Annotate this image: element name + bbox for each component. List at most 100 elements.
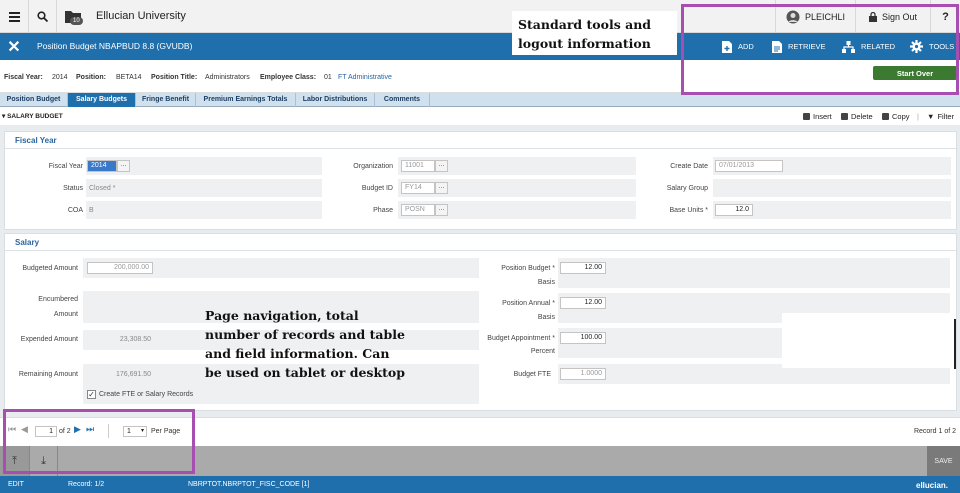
phase-lookup-button[interactable]: ...	[435, 204, 448, 216]
menu-icon[interactable]	[0, 0, 29, 33]
insert-button[interactable]: Insert	[803, 112, 832, 121]
fiscal-year-lookup-button[interactable]: ...	[117, 160, 130, 172]
fiscal-year-field[interactable]: 2014	[87, 160, 117, 172]
fiscal-year-label: Fiscal Year	[48, 163, 83, 170]
position-annual-label: Position Annual *	[502, 300, 555, 307]
salary-panel-title: Salary	[15, 238, 40, 247]
section-title-text: SALARY BUDGET	[7, 113, 63, 120]
search-icon[interactable]	[29, 0, 57, 33]
filter-label: Filter	[937, 112, 955, 121]
encumbered-label: Encumbered	[38, 296, 78, 303]
copy-label: Copy	[892, 112, 910, 121]
position-title-key-value: Administrators	[205, 74, 250, 81]
section-header: ▾ SALARY BUDGET Insert Delete Copy | ▼ Fi…	[0, 108, 960, 125]
tab-premium-earnings-totals[interactable]: Premium Earnings Totals	[196, 93, 296, 107]
position-title-key-label: Position Title:	[151, 74, 198, 81]
coa-label: COA	[67, 207, 83, 214]
organization-lookup-button[interactable]: ...	[435, 160, 448, 172]
tab-position-budget[interactable]: Position Budget	[0, 93, 68, 107]
filter-icon: ▼	[927, 112, 935, 121]
fiscal-year-key-label: Fiscal Year:	[4, 74, 43, 81]
budget-appointment-field[interactable]: 100.00	[560, 332, 606, 344]
coa-value: B	[89, 207, 94, 214]
nav-annotation-line-4: be used on tablet or desktop	[205, 365, 405, 380]
status-value: Closed *	[89, 185, 116, 192]
copy-icon	[882, 113, 889, 120]
tab-bar: Position Budget Salary Budgets Fringe Be…	[0, 93, 960, 107]
save-button[interactable]: SAVE	[927, 446, 960, 476]
recent-count-badge: 10	[70, 17, 83, 25]
status-bar: EDIT Record: 1/2 NBRPTOT.NBRPTOT_FISC_CO…	[0, 476, 960, 493]
position-budget-basis-label: Basis	[537, 279, 555, 286]
budget-appointment-label-2: Percent	[530, 348, 555, 355]
position-annual-field[interactable]: 12.00	[560, 297, 606, 309]
copy-button[interactable]: Copy	[882, 112, 910, 121]
tools-annotation: Standard tools and logout information	[512, 11, 677, 55]
position-annual-basis-label: Basis	[537, 314, 555, 321]
filter-button[interactable]: ▼ Filter	[927, 112, 954, 121]
budget-fte-label: Budget FTE	[513, 371, 551, 378]
insert-label: Insert	[813, 112, 832, 121]
budget-id-lookup-button[interactable]: ...	[435, 182, 448, 194]
organization-field[interactable]: 11001	[401, 160, 435, 172]
position-budget-label: Position Budget *	[501, 265, 555, 272]
insert-icon	[803, 113, 810, 120]
tab-salary-budgets[interactable]: Salary Budgets	[68, 93, 136, 107]
phase-label: Phase	[373, 207, 393, 214]
position-key-label: Position:	[76, 74, 106, 81]
salary-group-label: Salary Group	[666, 185, 708, 192]
nav-annotation-line-1: Page navigation, total	[205, 308, 359, 323]
tab-labor-distributions[interactable]: Labor Distributions	[296, 93, 375, 107]
budgeted-amount-label: Budgeted Amount	[22, 265, 78, 272]
budget-appointment-label: Budget Appointment *	[487, 335, 555, 342]
remaining-amount-label: Remaining Amount	[18, 371, 78, 378]
blank-overlay	[782, 313, 954, 368]
status-record: Record: 1/2	[68, 481, 105, 488]
tab-fringe-benefit[interactable]: Fringe Benefit	[136, 93, 196, 107]
status-field: NBRPTOT.NBRPTOT_FISC_CODE [1]	[188, 481, 310, 488]
fiscal-year-panel: Fiscal Year Fiscal Year 2014 ... Status …	[4, 131, 958, 230]
status-label: Status	[63, 185, 83, 192]
expended-amount-value: 23,308.50	[119, 336, 151, 343]
create-fte-checkbox[interactable]: ✓	[87, 390, 96, 399]
create-date-label: Create Date	[670, 163, 708, 170]
tab-comments[interactable]: Comments	[375, 93, 430, 107]
tools-annotation-line-1: Standard tools and	[518, 17, 652, 32]
nav-annotation: Page navigation, total number of records…	[200, 303, 440, 383]
employee-class-desc: FT Administrative	[338, 74, 392, 81]
nav-annotation-line-3: and field information. Can	[205, 346, 390, 361]
section-title: ▾ SALARY BUDGET	[2, 113, 63, 120]
budget-fte-field[interactable]: 1.0000	[560, 368, 606, 380]
create-date-field[interactable]: 07/01/2013	[715, 160, 783, 172]
expended-amount-label: Expended Amount	[20, 336, 78, 343]
delete-label: Delete	[851, 112, 873, 121]
close-icon[interactable]: ✕	[0, 33, 28, 60]
position-budget-field[interactable]: 12.00	[560, 262, 606, 274]
base-units-label: Base Units *	[669, 207, 708, 214]
divider-mark	[954, 319, 956, 369]
fiscal-year-key-value: 2014	[52, 74, 68, 81]
budget-id-field[interactable]: FY14	[401, 182, 435, 194]
ellucian-logo: ellucian.	[916, 481, 949, 490]
employee-class-code: 01	[324, 74, 332, 81]
nav-annotation-box	[3, 409, 195, 474]
status-mode: EDIT	[8, 481, 24, 488]
delete-icon	[841, 113, 848, 120]
app-title: Ellucian University	[96, 10, 186, 22]
page-title: Position Budget NBAPBUD 8.8 (GVUDB)	[37, 41, 193, 51]
record-count: Record 1 of 2	[913, 428, 956, 435]
organization-label: Organization	[353, 163, 393, 170]
budgeted-amount-field[interactable]: 200,000.00	[87, 262, 153, 274]
nav-annotation-line-2: number of records and table	[205, 327, 405, 342]
delete-button[interactable]: Delete	[841, 112, 873, 121]
phase-field[interactable]: POSN	[401, 204, 435, 216]
tools-annotation-line-2: logout information	[518, 36, 651, 51]
create-fte-label: Create FTE or Salary Records	[99, 391, 194, 398]
base-units-field[interactable]: 12.0	[715, 204, 753, 216]
employee-class-key-label: Employee Class:	[260, 74, 317, 81]
fiscal-year-panel-title: Fiscal Year	[15, 136, 57, 145]
remaining-amount-value: 176,691.50	[115, 371, 151, 378]
position-key-value: BETA14	[116, 74, 142, 81]
recent-items-icon[interactable]: 10	[57, 0, 91, 33]
encumbered-label-2: Amount	[53, 311, 78, 318]
